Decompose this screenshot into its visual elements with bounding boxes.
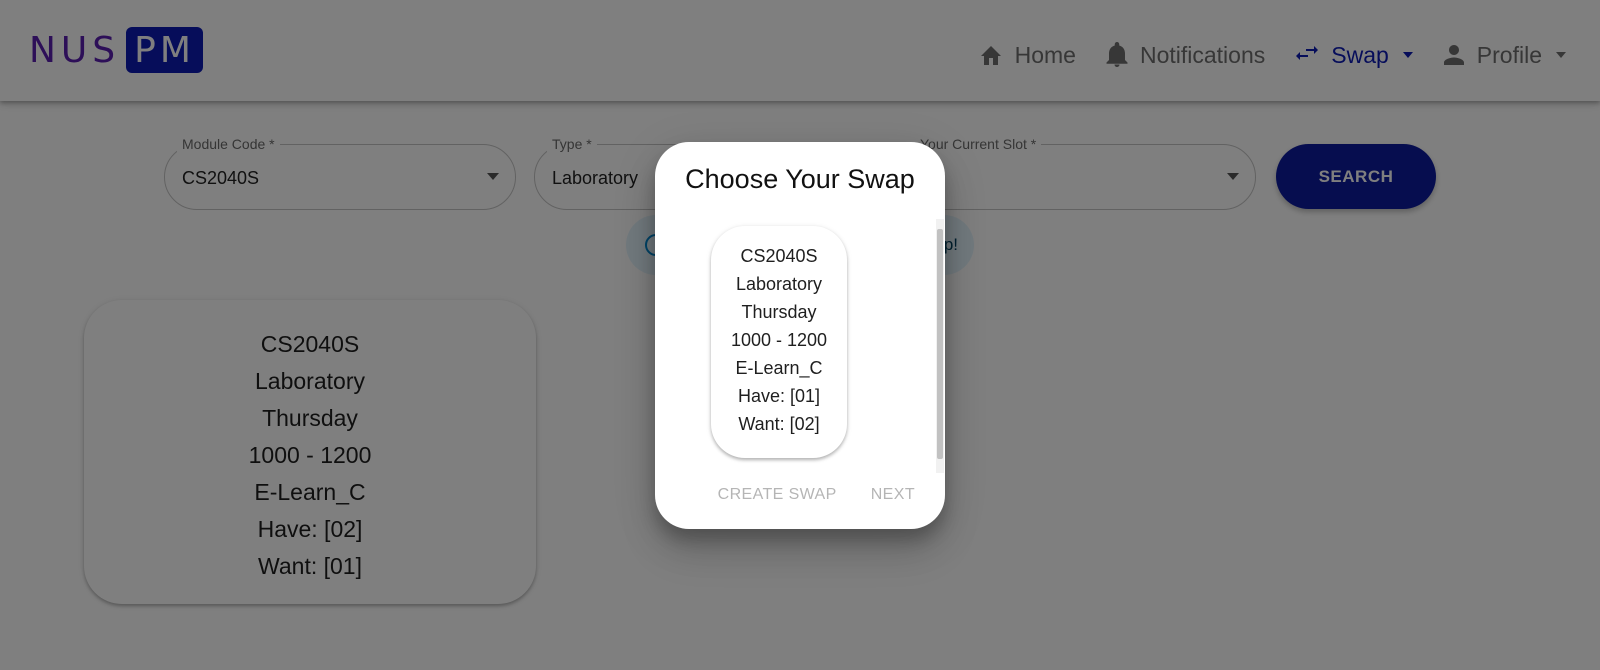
option-have: Have: [01] bbox=[737, 386, 821, 406]
choose-swap-dialog: Choose Your Swap CS2040S Laboratory Thur… bbox=[655, 142, 945, 529]
create-swap-button[interactable]: CREATE SWAP bbox=[708, 478, 847, 512]
next-button[interactable]: NEXT bbox=[861, 478, 925, 512]
option-venue: E-Learn_C bbox=[735, 358, 823, 378]
swap-option-card[interactable]: CS2040S Laboratory Thursday 1000 - 1200 … bbox=[711, 226, 847, 458]
dialog-title: Choose Your Swap bbox=[685, 164, 915, 194]
option-want: Want: [02] bbox=[738, 414, 820, 434]
dialog-actions: CREATE SWAP NEXT bbox=[694, 478, 925, 512]
option-day: Thursday bbox=[741, 302, 817, 322]
option-module-code: CS2040S bbox=[740, 246, 818, 266]
dialog-scrollbar[interactable] bbox=[936, 219, 944, 473]
option-time: 1000 - 1200 bbox=[730, 330, 828, 350]
option-lesson-type: Laboratory bbox=[735, 274, 823, 294]
scrollbar-thumb[interactable] bbox=[937, 229, 943, 459]
